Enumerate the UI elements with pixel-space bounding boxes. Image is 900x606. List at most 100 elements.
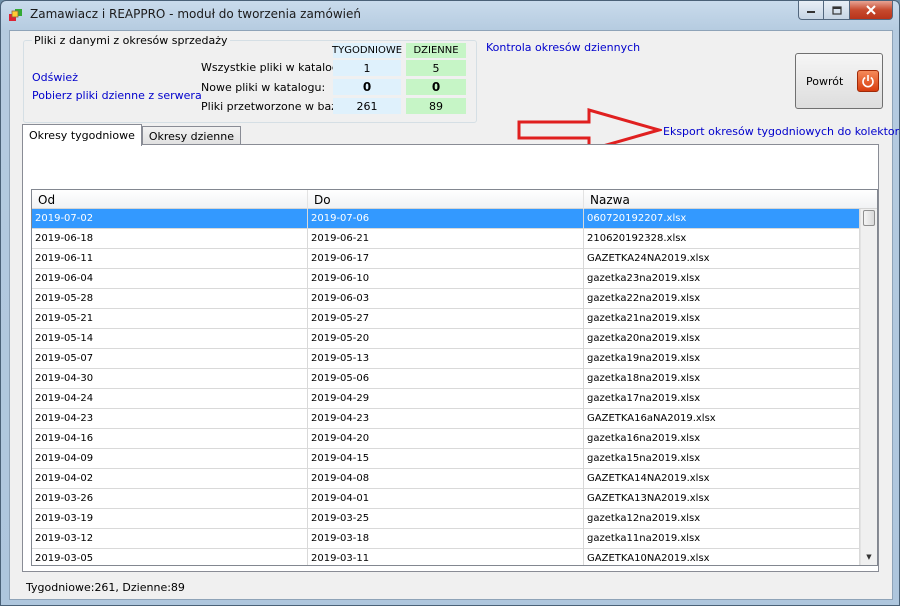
cell-name: GAZETKA14NA2019.xlsx [584,469,860,488]
cell-to: 2019-03-18 [308,529,584,548]
tab-daily-periods[interactable]: Okresy dzienne [141,126,241,146]
table-row[interactable]: 2019-07-02 2019-07-06 060720192207.xlsx [32,209,860,229]
table-row[interactable]: 2019-04-02 2019-04-08 GAZETKA14NA2019.xlsx [32,469,860,489]
vertical-scrollbar[interactable]: ▼ [860,209,877,565]
weekly-column-header: TYGODNIOWE [331,43,403,58]
cell-to: 2019-04-08 [308,469,584,488]
cell-from: 2019-03-12 [32,529,308,548]
cell-from: 2019-04-09 [32,449,308,468]
new-files-daily: 0 [406,79,466,95]
table-row[interactable]: 2019-05-07 2019-05-13 gazetka19na2019.xlsx [32,349,860,369]
back-button[interactable]: Powrót [795,53,883,109]
power-icon [857,70,880,92]
table-row[interactable]: 2019-06-11 2019-06-17 GAZETKA24NA2019.xlsx [32,249,860,269]
cell-name: GAZETKA10NA2019.xlsx [584,549,860,565]
all-files-weekly: 1 [333,60,401,76]
cell-from: 2019-06-18 [32,229,308,248]
table-row[interactable]: 2019-06-04 2019-06-10 gazetka23na2019.xlsx [32,269,860,289]
cell-from: 2019-03-26 [32,489,308,508]
cell-from: 2019-04-02 [32,469,308,488]
all-files-label: Wszystkie pliki w katalogu: [201,61,350,74]
table-row[interactable]: 2019-03-05 2019-03-11 GAZETKA10NA2019.xlsx [32,549,860,565]
main-content: Pliki z danymi z okresów sprzedaży Odświ… [9,30,900,600]
cell-from: 2019-03-05 [32,549,308,565]
tab-weekly-periods[interactable]: Okresy tygodniowe [22,124,142,146]
cell-name: gazetka16na2019.xlsx [584,429,860,448]
cell-name: GAZETKA24NA2019.xlsx [584,249,860,268]
back-button-label: Powrót [806,74,844,88]
scroll-down-icon[interactable]: ▼ [861,549,877,565]
cell-name: 210620192328.xlsx [584,229,860,248]
processed-files-daily: 89 [406,98,466,114]
export-weekly-link[interactable]: Eksport okresów tygodniowych do kolektor… [663,125,900,138]
cell-to: 2019-05-06 [308,369,584,388]
cell-from: 2019-05-28 [32,289,308,308]
table-row[interactable]: 2019-04-24 2019-04-29 gazetka17na2019.xlsx [32,389,860,409]
cell-name: gazetka17na2019.xlsx [584,389,860,408]
tab-strip: Okresy tygodniowe Okresy dzienne [22,124,241,146]
cell-from: 2019-06-04 [32,269,308,288]
cell-name: gazetka12na2019.xlsx [584,509,860,528]
cell-from: 2019-04-16 [32,429,308,448]
scrollbar-thumb[interactable] [863,210,875,226]
table-row[interactable]: 2019-04-16 2019-04-20 gazetka16na2019.xlsx [32,429,860,449]
cell-name: gazetka22na2019.xlsx [584,289,860,308]
table-row[interactable]: 2019-04-23 2019-04-23 GAZETKA16aNA2019.xls… [32,409,860,429]
table-row[interactable]: 2019-03-12 2019-03-18 gazetka11na2019.xlsx [32,529,860,549]
title-bar[interactable]: Zamawiacz i REAPPRO - moduł do tworzenia… [1,1,899,27]
cell-name: gazetka15na2019.xlsx [584,449,860,468]
app-window: Zamawiacz i REAPPRO - moduł do tworzenia… [0,0,900,606]
close-icon [866,5,876,15]
close-button[interactable] [850,1,893,20]
column-header-name[interactable]: Nazwa [584,190,877,209]
new-files-weekly: 0 [333,79,401,95]
table-row[interactable]: 2019-04-30 2019-05-06 gazetka18na2019.xlsx [32,369,860,389]
all-files-daily: 5 [406,60,466,76]
tab-panel: Od Do Nazwa 2019-07-02 2019-07-06 06072019… [22,144,879,572]
window-title: Zamawiacz i REAPPRO - moduł do tworzenia… [30,7,361,21]
grid-header: Od Do Nazwa [32,190,877,209]
refresh-link[interactable]: Odśwież [32,71,78,84]
grid-rows: 2019-07-02 2019-07-06 060720192207.xlsx 201… [32,209,860,565]
cell-to: 2019-07-06 [308,209,584,228]
cell-from: 2019-07-02 [32,209,308,228]
cell-to: 2019-06-03 [308,289,584,308]
cell-to: 2019-04-29 [308,389,584,408]
daily-periods-control-link[interactable]: Kontrola okresów dziennych [486,41,640,54]
table-row[interactable]: 2019-04-09 2019-04-15 gazetka15na2019.xlsx [32,449,860,469]
cell-to: 2019-03-25 [308,509,584,528]
cell-name: gazetka19na2019.xlsx [584,349,860,368]
groupbox-title: Pliki z danymi z okresów sprzedaży [32,34,230,47]
cell-name: GAZETKA16aNA2019.xlsx [584,409,860,428]
minimize-button[interactable] [798,1,824,20]
cell-to: 2019-03-11 [308,549,584,565]
table-row[interactable]: 2019-03-19 2019-03-25 gazetka12na2019.xlsx [32,509,860,529]
cell-from: 2019-05-21 [32,309,308,328]
cell-name: gazetka23na2019.xlsx [584,269,860,288]
maximize-button[interactable] [824,1,850,20]
cell-to: 2019-06-17 [308,249,584,268]
fetch-daily-files-link[interactable]: Pobierz pliki dzienne z serwera [32,89,202,102]
column-header-to[interactable]: Do [308,190,584,209]
table-row[interactable]: 2019-05-28 2019-06-03 gazetka22na2019.xlsx [32,289,860,309]
cell-name: gazetka18na2019.xlsx [584,369,860,388]
periods-grid[interactable]: Od Do Nazwa 2019-07-02 2019-07-06 06072019… [31,189,878,566]
table-row[interactable]: 2019-06-18 2019-06-21 210620192328.xlsx [32,229,860,249]
processed-files-label: Pliki przetworzone w bazie: [201,100,351,113]
table-row[interactable]: 2019-03-26 2019-04-01 GAZETKA13NA2019.xlsx [32,489,860,509]
cell-to: 2019-06-21 [308,229,584,248]
app-icon [9,9,22,21]
cell-from: 2019-05-07 [32,349,308,368]
cell-from: 2019-03-19 [32,509,308,528]
cell-to: 2019-04-15 [308,449,584,468]
table-row[interactable]: 2019-05-21 2019-05-27 gazetka21na2019.xlsx [32,309,860,329]
maximize-icon [831,5,842,15]
table-row[interactable]: 2019-05-14 2019-05-20 gazetka20na2019.xlsx [32,329,860,349]
column-header-from[interactable]: Od [32,190,308,209]
cell-from: 2019-04-23 [32,409,308,428]
cell-name: GAZETKA13NA2019.xlsx [584,489,860,508]
cell-name: gazetka20na2019.xlsx [584,329,860,348]
cell-to: 2019-04-01 [308,489,584,508]
cell-to: 2019-05-27 [308,309,584,328]
cell-to: 2019-05-20 [308,329,584,348]
